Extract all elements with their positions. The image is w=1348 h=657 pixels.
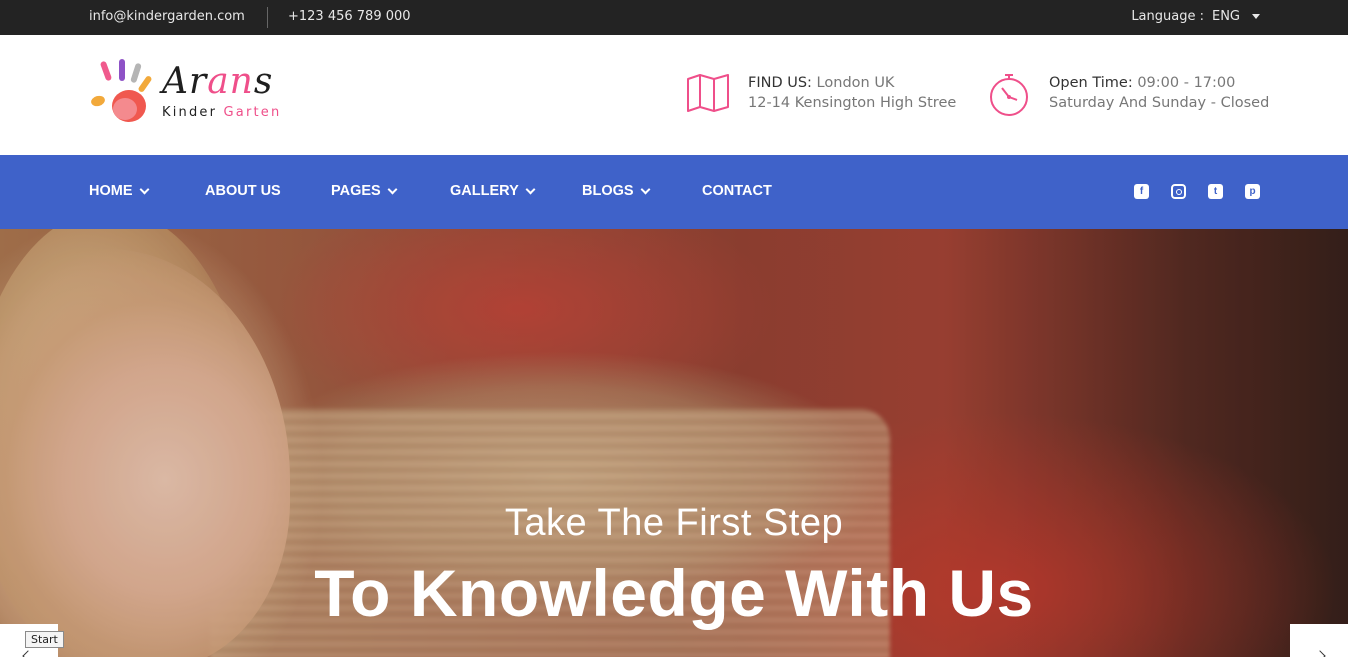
hero-pretitle: Take The First Step xyxy=(504,502,844,544)
nav-item-gallery[interactable]: GALLERY xyxy=(450,183,536,199)
nav-home-label: HOME xyxy=(89,183,133,199)
chevron-left-icon xyxy=(22,650,34,657)
nav-item-blogs[interactable]: BLOGS xyxy=(582,183,651,199)
start-tooltip: Start xyxy=(25,631,64,648)
hero-slider: Take The First Step To Knowledge With Us xyxy=(0,229,1348,657)
nav-about-label: ABOUT US xyxy=(205,183,281,199)
chevron-right-icon xyxy=(1314,650,1326,657)
open-time-info: Open Time: 09:00 - 17:00 Saturday And Su… xyxy=(987,73,1269,117)
chevron-down-icon xyxy=(640,184,651,194)
nav-gallery-label: GALLERY xyxy=(450,183,519,199)
main-navigation: HOME ABOUT US PAGES GALLERY BLOGS CONTAC… xyxy=(0,155,1348,229)
top-bar: info@kindergarden.com +123 456 789 000 L… xyxy=(0,0,1348,35)
topbar-divider xyxy=(267,7,268,28)
chevron-down-icon xyxy=(387,184,398,194)
contact-phone-link[interactable]: +123 456 789 000 xyxy=(288,9,411,24)
nav-pages-label: PAGES xyxy=(331,183,381,199)
logo-brand-name: Arans xyxy=(162,61,274,102)
nav-contact-label: CONTACT xyxy=(702,183,772,199)
logo-tagline: Kinder Garten xyxy=(162,105,282,120)
language-selector[interactable]: Language : ENG xyxy=(1131,9,1260,24)
site-header: Arans Kinder Garten FIND US: London UK 1… xyxy=(0,35,1348,155)
closed-days: Saturday And Sunday - Closed xyxy=(1049,95,1270,111)
chevron-down-icon xyxy=(525,184,536,194)
language-value: ENG xyxy=(1211,9,1240,24)
nav-item-pages[interactable]: PAGES xyxy=(331,183,398,199)
facebook-icon[interactable]: f xyxy=(1134,184,1149,199)
contact-email-link[interactable]: info@kindergarden.com xyxy=(89,9,245,24)
twitter-icon[interactable]: t xyxy=(1208,184,1223,199)
nav-item-home[interactable]: HOME xyxy=(89,183,149,199)
open-time-hours: 09:00 - 17:00 xyxy=(1132,75,1236,91)
nav-item-contact[interactable]: CONTACT xyxy=(702,183,772,199)
caret-down-icon xyxy=(1252,14,1260,19)
hero-title: To Knowledge With Us xyxy=(314,556,1034,630)
hand-print-icon xyxy=(91,59,152,122)
language-label: Language : xyxy=(1131,9,1204,24)
slider-next-button[interactable] xyxy=(1290,624,1348,657)
chevron-down-icon xyxy=(139,184,149,194)
pinterest-icon[interactable]: p xyxy=(1245,184,1260,199)
find-us-label: FIND US: xyxy=(748,75,812,91)
nav-item-about[interactable]: ABOUT US xyxy=(205,183,281,199)
nav-blogs-label: BLOGS xyxy=(582,183,634,199)
find-us-info: FIND US: London UK 12-14 Kensington High… xyxy=(686,73,956,113)
open-time-label: Open Time: xyxy=(1049,75,1133,91)
site-logo[interactable]: Arans Kinder Garten xyxy=(90,59,310,129)
find-us-address: 12-14 Kensington High Stree xyxy=(748,95,957,111)
find-us-city: London UK xyxy=(811,75,895,91)
clock-icon xyxy=(990,74,1028,116)
map-icon xyxy=(687,74,729,112)
instagram-icon[interactable] xyxy=(1171,184,1186,199)
